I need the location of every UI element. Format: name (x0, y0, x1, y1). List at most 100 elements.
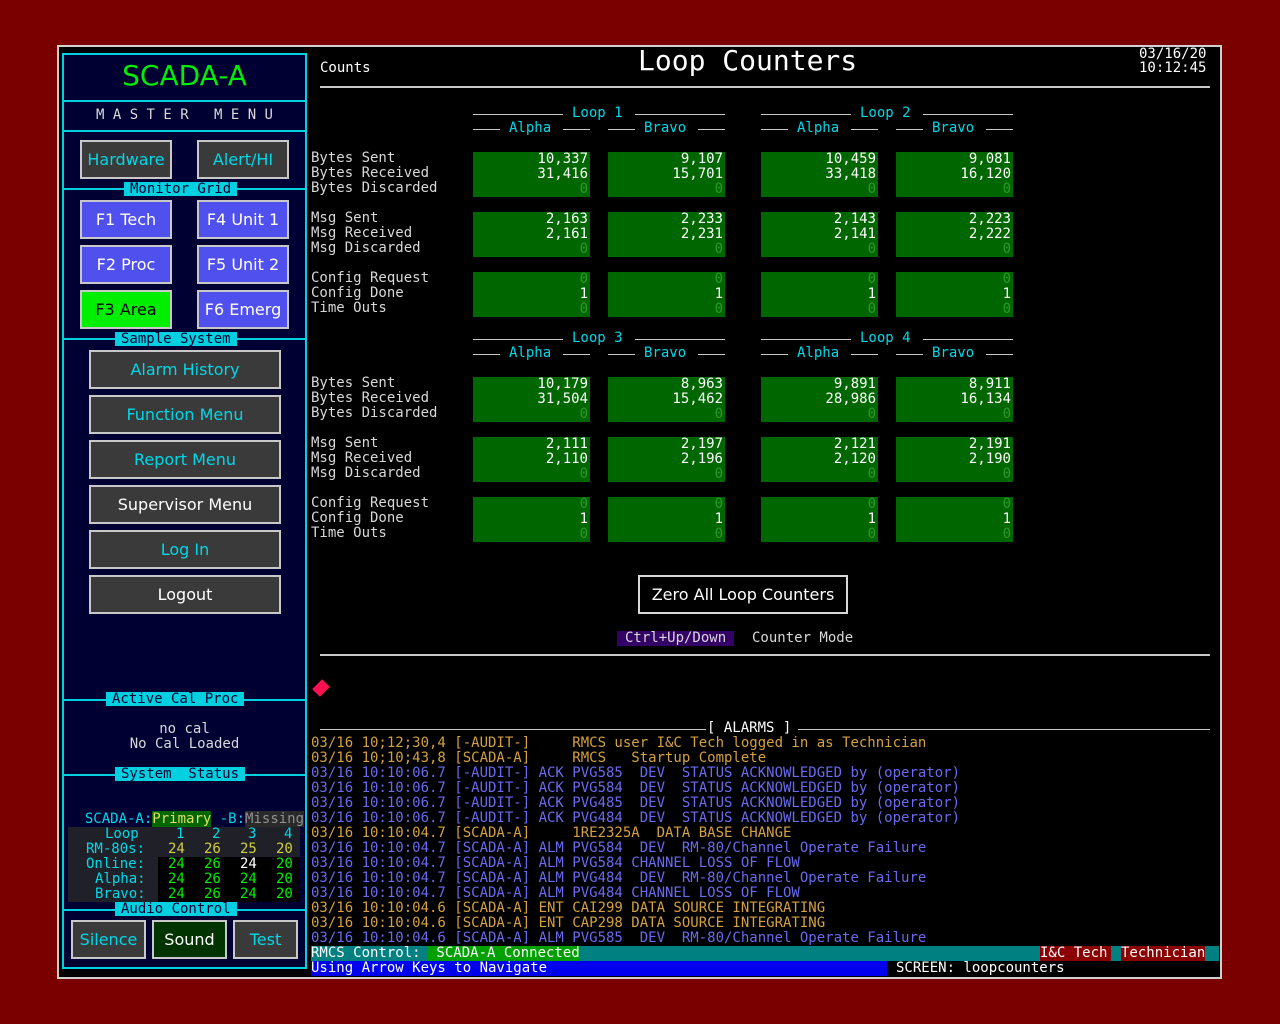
loop-name: Loop 2 (860, 105, 911, 121)
loop-header-line (473, 114, 563, 115)
bravo-line (896, 354, 923, 355)
alarm-row[interactable]: 03/16 10:10:04.7 [SCADA-A] ALM PVG584 DE… (311, 841, 926, 856)
f2-proc-button[interactable]: F2 Proc (80, 245, 172, 284)
counter-cell-bravo: 010 (896, 272, 1013, 317)
hint-divider (320, 654, 1210, 656)
header-date: 03/16/20 (1139, 46, 1207, 62)
loop-header-line (635, 114, 725, 115)
screen-name: SCREEN: loopcounters (896, 960, 1065, 976)
f6-emerg-button[interactable]: F6 Emerg (197, 290, 289, 329)
alarm-row[interactable]: 03/16 10:10:06.7 [-AUDIT-] ACK PVG484 DE… (311, 811, 960, 826)
counter-value: 31,416 (537, 166, 588, 182)
function-menu-button[interactable]: Function Menu (89, 395, 281, 434)
counter-value: 2,222 (968, 226, 1011, 242)
logout-button[interactable]: Logout (89, 575, 281, 614)
loop-name: Loop 4 (860, 330, 911, 346)
counter-value: 0 (579, 406, 588, 422)
counter-value: 2,110 (545, 451, 588, 467)
counter-mode-label: Counts (320, 60, 371, 76)
hardware-button[interactable]: Hardware (80, 140, 172, 179)
alarm-row[interactable]: 03/16 10:10:04.7 [SCADA-A] ALM PVG584 CH… (311, 856, 800, 871)
counter-cell-alpha: 2,111 2,110 0 (473, 437, 590, 482)
counter-value: 0 (714, 526, 723, 542)
counter-row-label: Msg Received (311, 225, 413, 241)
alarm-row[interactable]: 03/16 10:10:04.6 [SCADA-A] ENT CAI299 DA… (311, 901, 825, 916)
counter-value: 1 (714, 511, 723, 527)
alarm-row[interactable]: 03/16 10:10:06.7 [-AUDIT-] ACK PVG584 DE… (311, 781, 960, 796)
alpha-line (563, 129, 590, 130)
bravo-line (698, 129, 725, 130)
counter-row-label: Bytes Discarded (311, 180, 438, 196)
primary-badge: Primary (152, 811, 212, 827)
counter-value: 1 (867, 511, 876, 527)
zero-all-counters-button[interactable]: Zero All Loop Counters (638, 575, 848, 614)
loop-header-line (473, 339, 563, 340)
counter-value: 8,963 (680, 376, 723, 392)
loop-header-line (761, 339, 851, 340)
active-cal-title: Active Cal Proc (106, 692, 245, 706)
silence-button[interactable]: Silence (71, 920, 146, 959)
counter-value: 31,504 (537, 391, 588, 407)
counter-value: 2,121 (833, 436, 876, 452)
alpha-line (851, 354, 878, 355)
counter-cell-alpha: 010 (761, 497, 878, 542)
bravo-line (608, 129, 635, 130)
alarm-row[interactable]: 03/16 10:10:04.6 [SCADA-A] ENT CAP298 DA… (311, 916, 825, 931)
counter-cell-alpha: 2,121 2,120 0 (761, 437, 878, 482)
counter-value: 0 (867, 496, 876, 512)
page-title: Loop Counters (638, 44, 858, 77)
alarm-row[interactable]: 03/16 10:10:04.7 [SCADA-A] ALM PVG484 CH… (311, 886, 800, 901)
monitor-grid-title: Monitor Grid (124, 182, 238, 196)
sound-button[interactable]: Sound (152, 920, 227, 959)
counter-row-label: Msg Discarded (311, 465, 421, 481)
counter-value: 2,197 (680, 436, 723, 452)
test-button[interactable]: Test (233, 920, 298, 959)
grid-cell: 26 (204, 886, 221, 902)
counter-value: 2,141 (833, 226, 876, 242)
supervisor-menu-button[interactable]: Supervisor Menu (89, 485, 281, 524)
header-time: 10:12:45 (1139, 60, 1207, 76)
grid-cell: 24 (168, 841, 185, 857)
grid-col-4: 4 (284, 826, 293, 842)
grid-cell: 24 (240, 886, 257, 902)
counter-value: 16,120 (960, 166, 1011, 182)
f1-tech-button[interactable]: F1 Tech (80, 200, 172, 239)
counter-value: 9,891 (833, 376, 876, 392)
f3-area-button[interactable]: F3 Area (80, 290, 172, 329)
alarm-row[interactable]: 03/16 10:10:06.7 [-AUDIT-] ACK PVG585 DE… (311, 766, 960, 781)
alarm-row[interactable]: 03/16 10;12;30,4 [-AUDIT-] RMCS user I&C… (311, 736, 926, 751)
grid-cell: 25 (240, 841, 257, 857)
counter-value: 33,418 (825, 166, 876, 182)
grid-cell: 26 (204, 841, 221, 857)
log-in-button[interactable]: Log In (89, 530, 281, 569)
alarm-row[interactable]: 03/16 10:10:04.7 [SCADA-A] 1RE2325A DATA… (311, 826, 791, 841)
user-name: I&C Tech (1040, 946, 1112, 961)
counter-value: 2,163 (545, 211, 588, 227)
alarm-row[interactable]: 03/16 10:10:04.6 [SCADA-A] ALM PVG585 DE… (311, 931, 926, 946)
counter-row-label: Config Request (311, 495, 430, 511)
counter-row-label: Config Done (311, 285, 404, 301)
alert-hi-button[interactable]: Alert/HI (197, 140, 289, 179)
counter-row-label: Time Outs (311, 525, 387, 541)
alarm-row[interactable]: 03/16 10;10;43,8 [SCADA-A] RMCS Startup … (311, 751, 766, 766)
counter-cell-bravo: 2,233 2,231 0 (608, 212, 725, 257)
alarm-row[interactable]: 03/16 10:10:06.7 [-AUDIT-] ACK PVG485 DE… (311, 796, 960, 811)
counter-value: 1 (579, 511, 588, 527)
counter-value: 28,986 (825, 391, 876, 407)
loop-header-line (923, 114, 1013, 115)
f5-unit2-button[interactable]: F5 Unit 2 (197, 245, 289, 284)
bravo-label: Bravo (932, 120, 975, 136)
alarm-history-button[interactable]: Alarm History (89, 350, 281, 389)
f4-unit1-button[interactable]: F4 Unit 1 (197, 200, 289, 239)
counter-value: 10,179 (537, 376, 588, 392)
grid-cell: 20 (276, 856, 293, 872)
alarm-row[interactable]: 03/16 10:10:04.7 [SCADA-A] ALM PVG484 DE… (311, 871, 926, 886)
master-menu-label: M A S T E R M E N U (95, 107, 273, 123)
counter-value: 0 (579, 526, 588, 542)
grid-row-label: Alpha: (95, 871, 146, 887)
counter-cell-bravo: 2,223 2,222 0 (896, 212, 1013, 257)
counter-value: 0 (867, 466, 876, 482)
report-menu-button[interactable]: Report Menu (89, 440, 281, 479)
user-role: Technician (1121, 945, 1206, 961)
counter-cell-alpha: 010 (473, 497, 590, 542)
